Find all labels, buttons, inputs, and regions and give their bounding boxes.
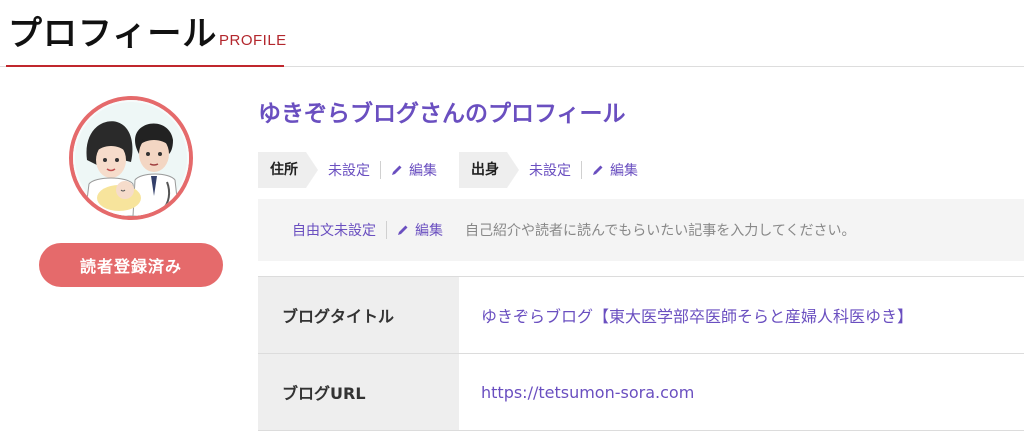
table-row: ブログタイトル ゆきぞらブログ【東大医学部卒医師そらと産婦人科医ゆき】 <box>258 277 1024 354</box>
free-text-box: 自由文未設定 編集 自己紹介や読者に読んでもらいたい記事を入力してください。 <box>258 199 1024 261</box>
blog-title-link[interactable]: ゆきぞらブログ【東大医学部卒医師そらと産婦人科医ゆき】 <box>459 277 1024 353</box>
avatar[interactable] <box>69 96 193 220</box>
avatar-illustration <box>73 100 189 216</box>
divider <box>386 221 387 239</box>
address-label: 住所 <box>258 152 318 188</box>
blog-title-label: ブログタイトル <box>258 277 459 353</box>
hometown-edit-link[interactable]: 編集 <box>592 160 638 180</box>
subscribed-button[interactable]: 読者登録済み <box>39 243 223 287</box>
hometown-label: 出身 <box>459 152 519 188</box>
pencil-icon <box>392 165 402 175</box>
page-header: プロフィール PROFILE <box>0 0 1024 68</box>
profile-name[interactable]: ゆきぞらブログさんのプロフィール <box>258 94 626 128</box>
divider <box>380 161 381 179</box>
address-edit-link[interactable]: 編集 <box>391 160 437 180</box>
blog-url-label: ブログURL <box>258 354 459 430</box>
address-value[interactable]: 未設定 <box>328 160 370 180</box>
divider <box>581 161 582 179</box>
free-text-edit-label: 編集 <box>415 223 443 239</box>
page-title: プロフィール <box>8 14 218 54</box>
free-text-edit-link[interactable]: 編集 <box>397 220 443 240</box>
hometown-value[interactable]: 未設定 <box>529 160 571 180</box>
header-accent-line <box>6 65 284 67</box>
free-text-placeholder: 自己紹介や読者に読んでもらいたい記事を入力してください。 <box>465 223 856 239</box>
page-subtitle: PROFILE <box>219 32 287 49</box>
free-text-value[interactable]: 自由文未設定 <box>292 220 376 240</box>
pencil-icon <box>593 165 603 175</box>
address-edit-label: 編集 <box>409 163 437 179</box>
hometown-edit-label: 編集 <box>610 163 638 179</box>
profile-info-row: 住所 未設定 編集 出身 未設定 編集 <box>258 152 638 188</box>
table-row: ブログURL https://tetsumon-sora.com <box>258 354 1024 431</box>
pencil-icon <box>398 225 408 235</box>
blog-details-table: ブログタイトル ゆきぞらブログ【東大医学部卒医師そらと産婦人科医ゆき】 ブログU… <box>258 276 1024 431</box>
blog-url-link[interactable]: https://tetsumon-sora.com <box>459 354 1024 430</box>
